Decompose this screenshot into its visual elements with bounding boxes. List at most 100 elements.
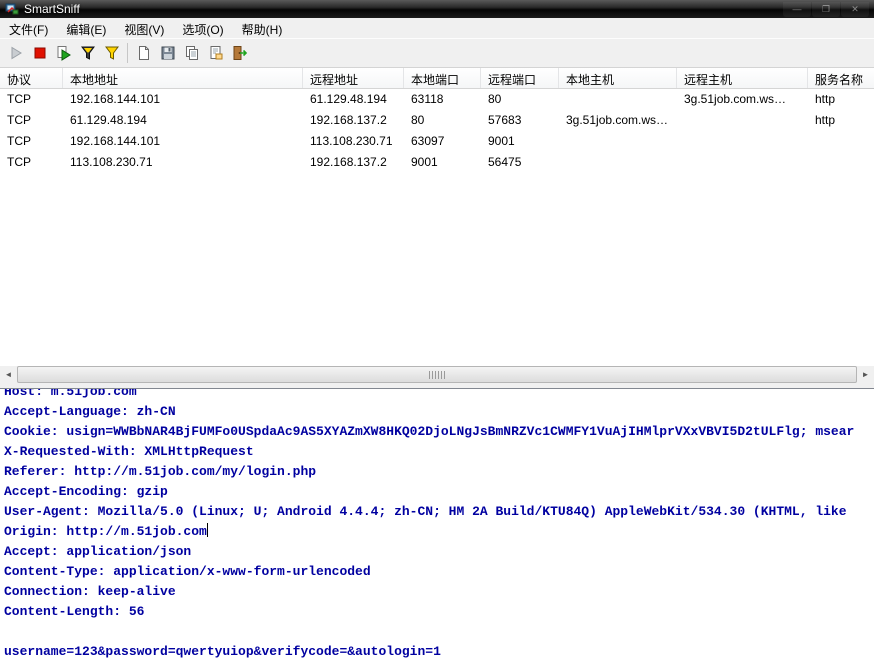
cell-service-name: http [808, 110, 874, 131]
exit-icon [232, 45, 248, 61]
cell-protocol: TCP [0, 131, 63, 152]
title-bar: SmartSniff — ❐ ✕ [0, 0, 874, 18]
display-filter-button[interactable] [100, 42, 124, 65]
properties-button[interactable] [204, 42, 228, 65]
cell-service-name [808, 152, 874, 173]
column-header-local-port[interactable]: 本地端口 [404, 68, 481, 88]
menu-bar: 文件(F) 编辑(E) 视图(V) 选项(O) 帮助(H) [0, 18, 874, 38]
detail-line: Referer: http://m.51job.com/my/login.php [4, 462, 874, 482]
table-header: 协议 本地地址 远程地址 本地端口 远程端口 本地主机 远程主机 服务名称 [0, 68, 874, 89]
cell-remote-address: 113.108.230.71 [303, 131, 404, 152]
column-header-remote-host[interactable]: 远程主机 [677, 68, 808, 88]
cell-local-address: 192.168.144.101 [63, 89, 303, 110]
cell-local-port: 9001 [404, 152, 481, 173]
detail-line: Accept: application/json [4, 542, 874, 562]
detail-line: Accept-Encoding: gzip [4, 482, 874, 502]
table-body: TCP 192.168.144.101 61.129.48.194 63118 … [0, 89, 874, 173]
cell-local-address: 113.108.230.71 [63, 152, 303, 173]
new-file-icon [136, 45, 152, 61]
cell-remote-port: 80 [481, 89, 559, 110]
cell-remote-port: 57683 [481, 110, 559, 131]
cell-local-port: 80 [404, 110, 481, 131]
scroll-left-arrow-icon[interactable]: ◄ [0, 366, 17, 383]
copy-button[interactable] [180, 42, 204, 65]
menu-help[interactable]: 帮助(H) [233, 18, 292, 38]
properties-icon [208, 45, 224, 61]
table-row[interactable]: TCP 61.129.48.194 192.168.137.2 80 57683… [0, 110, 874, 131]
smartsniff-window: SmartSniff — ❐ ✕ 文件(F) 编辑(E) 视图(V) 选项(O)… [0, 0, 874, 669]
cell-local-port: 63118 [404, 89, 481, 110]
horizontal-scrollbar: ◄ ► [0, 366, 874, 383]
capture-filter-button[interactable] [76, 42, 100, 65]
table-row[interactable]: TCP 113.108.230.71 192.168.137.2 9001 56… [0, 152, 874, 173]
menu-edit[interactable]: 编辑(E) [57, 18, 115, 38]
column-header-service-name[interactable]: 服务名称 [808, 68, 874, 88]
detail-line: User-Agent: Mozilla/5.0 (Linux; U; Andro… [4, 502, 874, 522]
column-header-remote-address[interactable]: 远程地址 [303, 68, 404, 88]
menu-file[interactable]: 文件(F) [0, 18, 57, 38]
packet-table: 协议 本地地址 远程地址 本地端口 远程端口 本地主机 远程主机 服务名称 TC… [0, 68, 874, 383]
menu-view[interactable]: 视图(V) [115, 18, 173, 38]
cell-remote-port: 9001 [481, 131, 559, 152]
cell-local-host [559, 131, 677, 152]
cell-protocol: TCP [0, 110, 63, 131]
scrollbar-grip [429, 371, 445, 379]
save-button[interactable] [156, 42, 180, 65]
copy-icon [184, 45, 200, 61]
cell-local-address: 192.168.144.101 [63, 131, 303, 152]
cell-service-name [808, 131, 874, 152]
stop-capture-icon [32, 45, 48, 61]
text-caret [207, 523, 208, 537]
detail-line: X-Requested-With: XMLHttpRequest [4, 442, 874, 462]
stop-capture-button[interactable] [28, 42, 52, 65]
cell-remote-port: 56475 [481, 152, 559, 173]
detail-line: Content-Type: application/x-www-form-url… [4, 562, 874, 582]
display-filter-icon [104, 45, 120, 61]
app-icon [5, 2, 19, 16]
start-capture-icon [8, 45, 24, 61]
cell-protocol: TCP [0, 152, 63, 173]
cell-remote-address: 192.168.137.2 [303, 152, 404, 173]
cell-remote-host [677, 131, 808, 152]
scrollbar-thumb[interactable] [17, 366, 857, 383]
cell-remote-address: 192.168.137.2 [303, 110, 404, 131]
toolbar-separator [127, 43, 128, 63]
green-play-page-icon [56, 45, 72, 61]
menu-options[interactable]: 选项(O) [173, 18, 232, 38]
table-row[interactable]: TCP 192.168.144.101 113.108.230.71 63097… [0, 131, 874, 152]
table-empty-area [0, 173, 874, 366]
scroll-right-arrow-icon[interactable]: ► [857, 366, 874, 383]
start-capture-button[interactable] [4, 42, 28, 65]
cell-remote-address: 61.129.48.194 [303, 89, 404, 110]
detail-line: Accept-Language: zh-CN [4, 402, 874, 422]
close-button[interactable]: ✕ [841, 2, 869, 17]
cell-remote-host [677, 152, 808, 173]
minimize-button[interactable]: — [783, 2, 811, 17]
detail-line: Origin: http://m.51job.com [4, 524, 207, 539]
cell-local-host [559, 89, 677, 110]
exit-button[interactable] [228, 42, 252, 65]
detail-line: Connection: keep-alive [4, 582, 874, 602]
load-packets-button[interactable] [52, 42, 76, 65]
detail-line: Content-Length: 56 [4, 602, 874, 622]
capture-filter-icon [80, 45, 96, 61]
detail-line: Cookie: usign=WWBbNAR4BjFUMFo0USpdaAc9AS… [4, 422, 874, 442]
column-header-protocol[interactable]: 协议 [0, 68, 63, 88]
cell-service-name: http [808, 89, 874, 110]
cell-remote-host: 3g.51job.com.ws… [677, 89, 808, 110]
window-title: SmartSniff [24, 2, 80, 16]
column-header-local-host[interactable]: 本地主机 [559, 68, 677, 88]
maximize-button[interactable]: ❐ [812, 2, 840, 17]
detail-line-with-caret: Origin: http://m.51job.com [4, 522, 874, 542]
toolbar [0, 38, 874, 68]
packet-detail-pane[interactable]: Host: m.51job.com Accept-Language: zh-CN… [0, 388, 874, 669]
column-header-local-address[interactable]: 本地地址 [63, 68, 303, 88]
detail-line: username=123&password=qwertyuiop&verifyc… [4, 642, 874, 662]
save-icon [160, 45, 176, 61]
detail-line [4, 622, 874, 642]
table-row[interactable]: TCP 192.168.144.101 61.129.48.194 63118 … [0, 89, 874, 110]
cell-local-port: 63097 [404, 131, 481, 152]
column-header-remote-port[interactable]: 远程端口 [481, 68, 559, 88]
cell-local-host [559, 152, 677, 173]
new-file-button[interactable] [132, 42, 156, 65]
